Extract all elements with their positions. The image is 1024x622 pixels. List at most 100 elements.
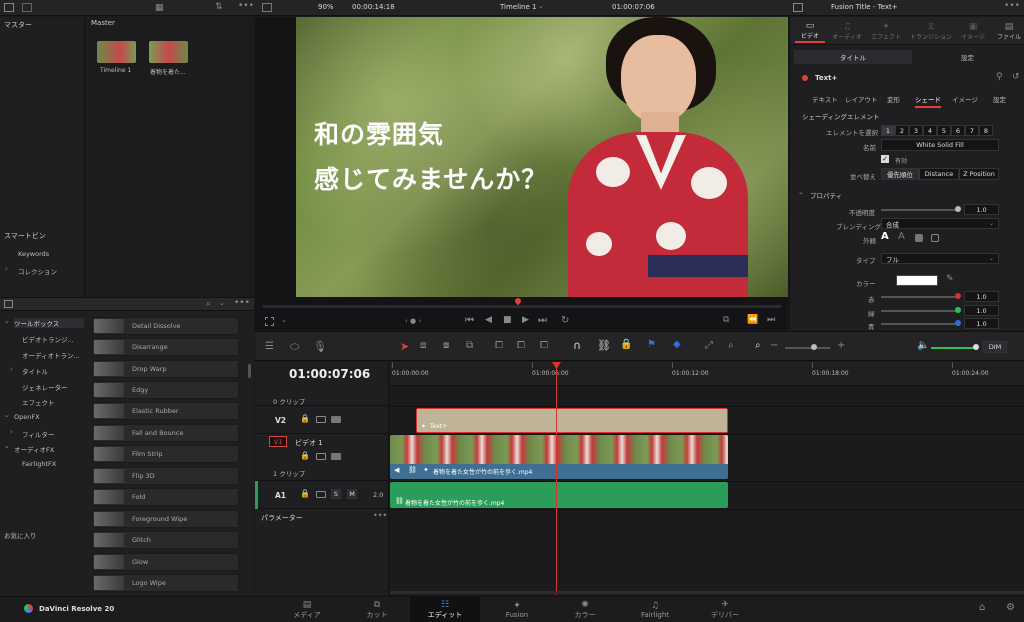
effect-item[interactable]: Drop Warp — [92, 360, 239, 378]
section-tab-image[interactable]: イメージ — [952, 94, 978, 104]
blend-select[interactable]: 合成 ⌄ — [881, 218, 999, 229]
tree-item-filters[interactable]: フィルター — [22, 429, 54, 439]
red-value[interactable]: 1.0 — [964, 291, 999, 302]
audio-clip[interactable]: ⛓ 着物を着た女性が竹の前を歩く.mp4 — [390, 482, 728, 508]
home-icon[interactable]: ⌂ — [979, 602, 985, 613]
timeline-area[interactable]: 01:00:00:00 01:00:06:00 01:00:12:00 01:0… — [390, 362, 1024, 595]
clip-thumbnail-video[interactable] — [149, 41, 188, 63]
viewer-scrubber[interactable] — [263, 305, 781, 308]
match-frame-icon[interactable]: ⧉ — [723, 315, 729, 325]
element-button[interactable]: 5 — [937, 125, 951, 136]
element-button[interactable]: 6 — [951, 125, 965, 136]
effect-item[interactable]: Edgy — [92, 381, 239, 399]
chevron-down-icon[interactable]: ⌄ — [538, 2, 544, 10]
play-icon[interactable]: ▶ — [522, 315, 529, 325]
page-edit[interactable]: ☷ エディット — [410, 597, 480, 622]
page-fairlight[interactable]: ♫ Fairlight — [633, 597, 677, 622]
page-fusion[interactable]: ✦ Fusion — [495, 597, 539, 622]
chevron-down-icon[interactable]: ⌄ — [4, 411, 10, 419]
sort-z-position[interactable]: Z Position — [959, 168, 999, 180]
effects-scrollbar[interactable] — [248, 364, 251, 378]
viewer-frame[interactable]: 和の雰囲気 感じてみませんか？ — [296, 17, 788, 297]
green-slider-handle[interactable] — [955, 307, 961, 313]
section-tab-text[interactable]: テキスト — [812, 94, 838, 104]
zoom-custom-icon[interactable]: ⌕ — [755, 340, 761, 351]
color-swatch[interactable] — [896, 275, 938, 286]
insert-clip-icon[interactable]: ⧠ — [495, 340, 503, 351]
loop-icon[interactable]: ↻ — [561, 315, 569, 326]
subtab-title[interactable]: タイトル — [794, 50, 912, 64]
selection-tool-icon[interactable]: ➤ — [400, 340, 409, 353]
chevron-right-icon[interactable]: › — [10, 428, 13, 436]
tree-item-audio-fx[interactable]: オーディオFX — [14, 444, 54, 454]
link-icon[interactable]: ⛓ — [597, 339, 611, 352]
appearance-solid-icon[interactable] — [915, 234, 923, 242]
mute-button[interactable]: M — [347, 489, 357, 499]
tree-item-titles[interactable]: タイトル — [22, 366, 48, 376]
enabled-checkbox[interactable]: ✓ — [881, 155, 889, 163]
v1-destination-badge[interactable]: V1 — [269, 436, 287, 447]
tab-transition[interactable]: ⧖ トランジション — [907, 19, 955, 43]
blade-tool-icon[interactable]: ⧉ — [466, 340, 473, 351]
appearance-text-icon[interactable]: A — [881, 231, 889, 242]
effect-item[interactable]: Elastic Rubber — [92, 402, 239, 420]
chevron-down-icon[interactable]: ⌄ — [4, 317, 10, 325]
type-select[interactable]: フル ⌄ — [881, 253, 999, 264]
bins-header[interactable]: マスター — [4, 20, 32, 30]
media-pool-icon[interactable] — [22, 3, 32, 12]
volume-slider[interactable] — [931, 347, 975, 349]
effect-item[interactable]: Fall and Bounce — [92, 424, 239, 442]
track-enable-icon[interactable] — [331, 453, 341, 460]
effect-item[interactable]: Logo Wipe — [92, 574, 239, 592]
zoom-slider-handle[interactable] — [811, 344, 817, 350]
red-slider-handle[interactable] — [955, 293, 961, 299]
auto-select-icon[interactable] — [316, 491, 326, 498]
eyedropper-icon[interactable]: ✎ — [946, 274, 954, 284]
timeline-ruler[interactable]: 01:00:00:00 01:00:06:00 01:00:12:00 01:0… — [390, 362, 1024, 386]
next-edit-icon[interactable]: ⏭ — [767, 315, 775, 325]
timeline-horizontal-scrollbar[interactable] — [390, 591, 1024, 594]
prev-edit-icon[interactable]: ⏪ — [747, 315, 758, 325]
trim-tool-icon[interactable]: ⧈ — [420, 340, 426, 351]
microphone-icon[interactable]: 🎙 — [313, 340, 327, 353]
favorites-header[interactable]: お気に入り — [4, 530, 37, 540]
solo-button[interactable]: S — [331, 489, 341, 499]
effect-item[interactable]: Film Strip — [92, 445, 239, 463]
snapping-icon[interactable]: ∩ — [573, 339, 581, 352]
chevron-down-icon[interactable]: ⌄ — [4, 442, 10, 450]
settings-gear-icon[interactable]: ⚙ — [1006, 602, 1015, 613]
zoom-detail-icon[interactable]: ⌕ — [728, 340, 734, 351]
video-clip[interactable]: ◀ ⛓ ✦ 着物を着た女性が竹の前を歩く.mp4 — [390, 435, 728, 479]
element-button[interactable]: 3 — [909, 125, 923, 136]
dynamic-trim-icon[interactable]: ⧇ — [443, 340, 449, 351]
flag-icon[interactable]: ⚑ — [647, 339, 656, 350]
tab-image[interactable]: ▣ イメージ — [958, 19, 988, 43]
timeline-zoom-slider[interactable] — [785, 347, 830, 349]
jog-icon[interactable]: ‹ ● › — [405, 317, 421, 325]
sort-distance[interactable]: Distance — [919, 168, 959, 180]
parameters-header[interactable]: パラメーター — [261, 513, 303, 523]
viewer-layout-icon[interactable] — [262, 3, 272, 12]
tab-effects[interactable]: ✦ エフェクト — [869, 19, 903, 43]
element-button[interactable]: 2 — [895, 125, 909, 136]
effect-item[interactable]: Glitch — [92, 531, 239, 549]
toolbox-header[interactable]: ツールボックス — [14, 318, 84, 328]
opacity-slider[interactable] — [881, 209, 957, 211]
sidebar-toggle-icon[interactable] — [4, 3, 14, 12]
blue-slider-handle[interactable] — [955, 320, 961, 326]
effect-item[interactable]: Detail Dissolve — [92, 317, 239, 335]
effect-item[interactable]: Fold — [92, 488, 239, 506]
tree-item-fairlight-fx[interactable]: FairlightFX — [22, 460, 56, 468]
appearance-border-icon[interactable] — [931, 234, 939, 242]
title-clip[interactable]: ✦ Text+ — [416, 408, 728, 433]
section-tab-transform[interactable]: 変形 — [887, 94, 900, 104]
page-color[interactable]: ✺ カラー — [563, 597, 607, 622]
page-deliver[interactable]: ✈ デリバー — [703, 597, 747, 622]
replace-clip-icon[interactable]: ⧠ — [540, 340, 548, 351]
picker-icon[interactable]: ⚲ — [996, 72, 1003, 82]
element-button[interactable]: 7 — [965, 125, 979, 136]
lock-icon[interactable]: 🔒 — [300, 414, 310, 423]
more-options-icon[interactable]: ••• — [373, 511, 387, 520]
green-slider[interactable] — [881, 310, 957, 312]
page-cut[interactable]: ⧉ カット — [355, 597, 399, 622]
